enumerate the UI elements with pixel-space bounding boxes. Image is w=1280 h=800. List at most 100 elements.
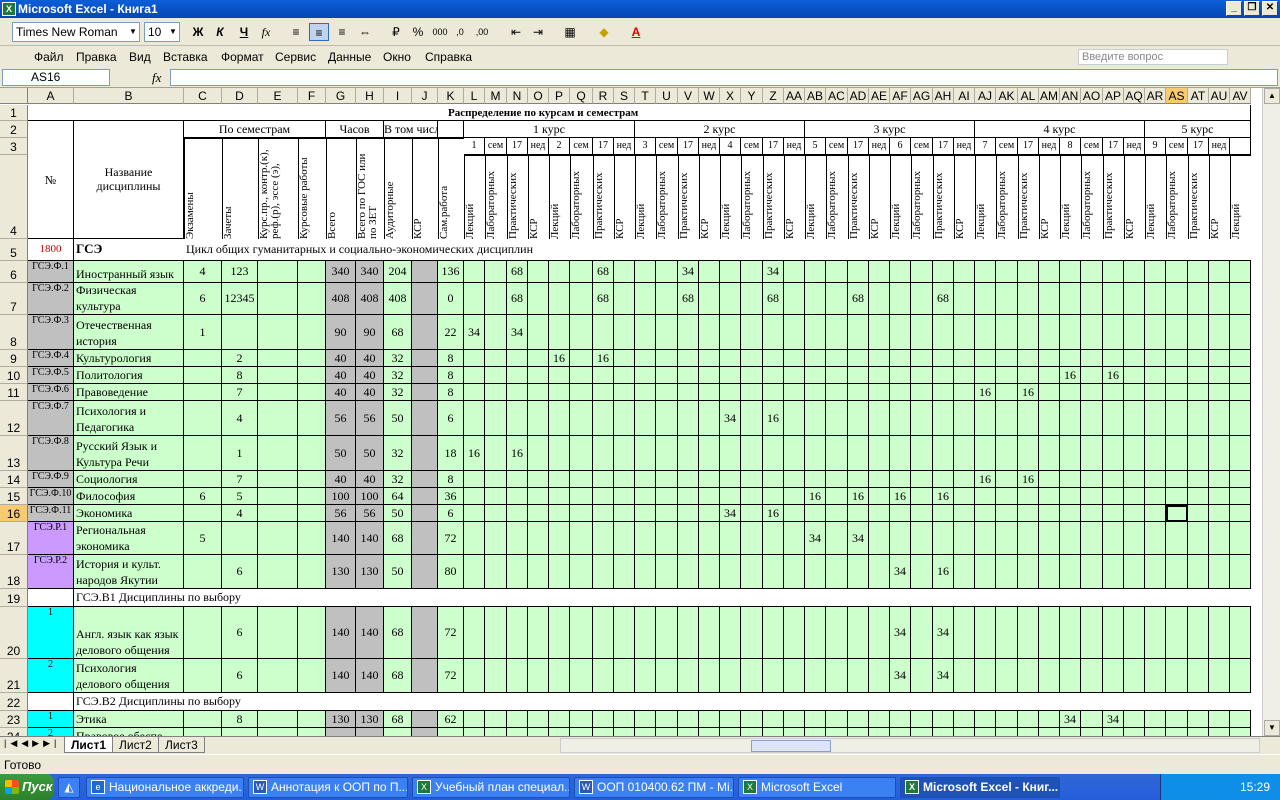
grid-cell[interactable] (911, 315, 933, 350)
grid-cell[interactable]: 50 (384, 401, 412, 436)
grid-cell[interactable]: 34 (507, 315, 528, 350)
grid-cell[interactable] (954, 728, 975, 736)
grid-cell[interactable] (699, 488, 720, 505)
grid-cell[interactable] (805, 659, 826, 693)
tab-sheet3[interactable]: Лист3 (158, 737, 205, 753)
grid-cell[interactable] (635, 436, 656, 471)
grid-cell[interactable] (507, 350, 528, 367)
column-header[interactable]: Z (763, 88, 784, 104)
grid-cell[interactable] (826, 261, 848, 283)
scroll-down-icon[interactable]: ▼ (1264, 720, 1280, 736)
grid-cell[interactable] (1039, 711, 1060, 728)
grid-cell[interactable] (412, 488, 438, 505)
grid-cell[interactable] (656, 607, 678, 659)
row-header[interactable]: 7 (0, 283, 28, 315)
grid-cell[interactable] (720, 350, 741, 367)
grid-cell[interactable] (528, 607, 549, 659)
grid-cell[interactable] (298, 367, 326, 384)
grid-cell[interactable] (464, 471, 485, 488)
grid-cell[interactable] (848, 728, 869, 736)
grid-cell[interactable] (699, 555, 720, 589)
grid-cell[interactable] (1060, 659, 1081, 693)
grid-cell[interactable] (741, 436, 763, 471)
grid-cell[interactable] (741, 367, 763, 384)
grid-cell[interactable]: 16 (975, 471, 996, 488)
column-header[interactable]: R (593, 88, 614, 104)
grid-cell[interactable] (890, 283, 911, 315)
grid-cell[interactable] (614, 283, 635, 315)
grid-cell[interactable] (1018, 659, 1039, 693)
grid-cell[interactable] (1209, 436, 1230, 471)
grid-cell[interactable] (549, 367, 570, 384)
fx-icon[interactable]: fx (152, 69, 161, 86)
grid-cell[interactable] (699, 350, 720, 367)
grid-cell[interactable] (570, 711, 593, 728)
grid-cell[interactable] (826, 367, 848, 384)
grid-cell[interactable] (549, 401, 570, 436)
column-header[interactable]: T (635, 88, 656, 104)
grid-cell[interactable] (805, 436, 826, 471)
row-header[interactable]: 13 (0, 436, 28, 471)
grid-cell[interactable] (890, 711, 911, 728)
grid-cell[interactable] (1188, 711, 1209, 728)
grid-cell[interactable] (1060, 436, 1081, 471)
grid-cell[interactable] (1230, 350, 1251, 367)
grid-cell[interactable] (1103, 261, 1124, 283)
grid-cell[interactable] (298, 711, 326, 728)
grid-cell[interactable] (258, 283, 298, 315)
grid-cell[interactable] (298, 728, 326, 736)
grid-cell[interactable] (784, 728, 805, 736)
column-header[interactable]: D (222, 88, 258, 104)
grid-cell[interactable] (464, 659, 485, 693)
column-header[interactable]: AO (1081, 88, 1103, 104)
grid-cell[interactable] (826, 401, 848, 436)
grid-cell[interactable] (975, 711, 996, 728)
grid-cell[interactable] (763, 436, 784, 471)
grid-cell[interactable] (485, 488, 507, 505)
grid-cell[interactable] (549, 436, 570, 471)
grid-cell[interactable] (656, 555, 678, 589)
grid-cell[interactable] (911, 350, 933, 367)
grid-cell[interactable] (826, 555, 848, 589)
grid-cell[interactable] (1166, 401, 1188, 436)
grid-cell[interactable]: 7 (222, 471, 258, 488)
grid-cell[interactable] (1166, 261, 1188, 283)
grid-cell[interactable]: 68 (848, 283, 869, 315)
grid-cell[interactable] (412, 471, 438, 488)
borders-icon[interactable]: ▦ (560, 23, 580, 41)
column-header[interactable]: P (549, 88, 570, 104)
grid-cell[interactable] (1124, 261, 1145, 283)
tab-sheet2[interactable]: Лист2 (112, 737, 159, 753)
fill-color-icon[interactable]: ◆ (594, 23, 614, 41)
column-header[interactable]: AU (1209, 88, 1230, 104)
grid-cell[interactable] (507, 384, 528, 401)
grid-cell[interactable] (1166, 350, 1188, 367)
grid-cell[interactable] (570, 488, 593, 505)
grid-cell[interactable] (1081, 522, 1103, 555)
grid-cell[interactable] (763, 711, 784, 728)
grid-cell[interactable]: 16 (890, 488, 911, 505)
grid-cell[interactable] (1188, 607, 1209, 659)
grid-cell[interactable] (933, 401, 954, 436)
grid-cell[interactable] (485, 401, 507, 436)
grid-cell[interactable] (1060, 555, 1081, 589)
grid-cell[interactable] (258, 384, 298, 401)
grid-cell[interactable] (784, 367, 805, 384)
grid-cell[interactable] (614, 350, 635, 367)
grid-cell[interactable] (464, 488, 485, 505)
grid-cell[interactable] (528, 315, 549, 350)
grid-cell[interactable] (635, 384, 656, 401)
grid-cell[interactable] (1209, 471, 1230, 488)
grid-cell[interactable] (784, 555, 805, 589)
grid-cell[interactable] (1018, 315, 1039, 350)
row-header[interactable]: 2 (0, 121, 28, 138)
grid-cell[interactable] (593, 315, 614, 350)
grid-cell[interactable] (890, 522, 911, 555)
grid-cell[interactable]: 34 (805, 522, 826, 555)
grid-cell[interactable] (356, 728, 384, 736)
grid-cell[interactable] (784, 711, 805, 728)
grid-cell[interactable] (1081, 555, 1103, 589)
grid-cell[interactable] (1081, 261, 1103, 283)
grid-cell[interactable] (570, 471, 593, 488)
grid-cell[interactable] (1124, 522, 1145, 555)
